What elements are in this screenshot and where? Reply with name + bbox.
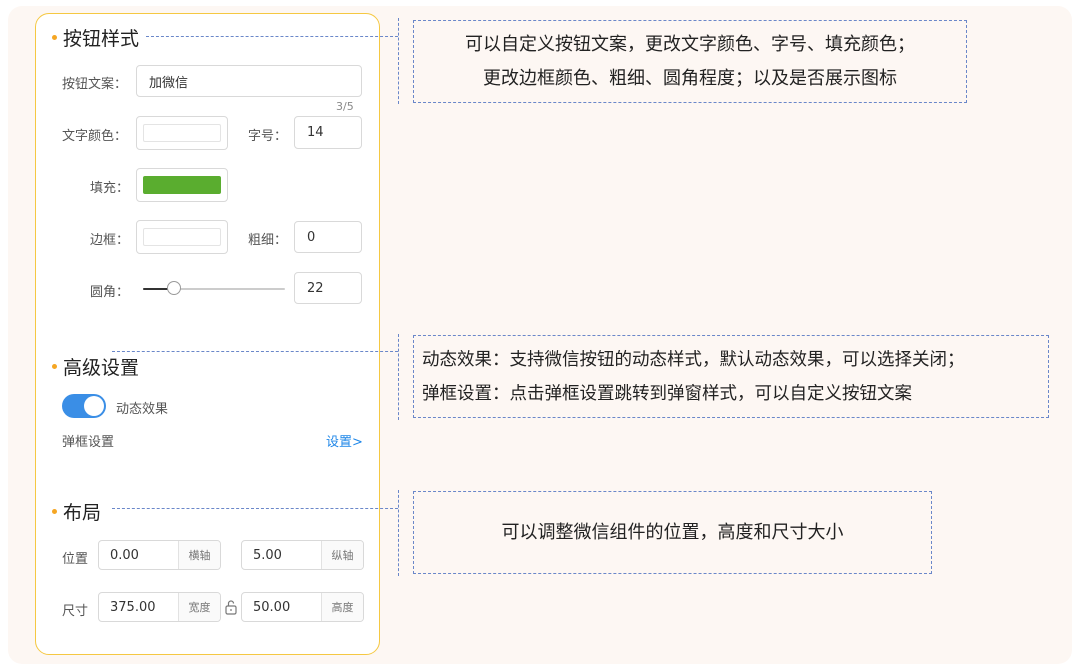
callout-line: 更改边框颜色、粗细、圆角程度；以及是否展示图标 bbox=[483, 68, 897, 89]
section-title-text: 布局 bbox=[63, 502, 102, 524]
dynamic-effect-toggle[interactable] bbox=[62, 394, 106, 418]
fill-label: 填充： bbox=[90, 181, 130, 196]
connector-line-layout bbox=[112, 508, 398, 509]
button-text-input[interactable]: 加微信 bbox=[136, 65, 362, 97]
size-height-input[interactable]: 50.00 高度 bbox=[241, 592, 364, 622]
callout-line: 可以自定义按钮文案，更改文字颜色、字号、填充颜色； bbox=[465, 34, 915, 55]
position-y-unit: 纵轴 bbox=[321, 541, 363, 569]
radius-input[interactable]: 22 bbox=[294, 272, 362, 304]
border-width-label: 粗细： bbox=[248, 233, 288, 248]
callout-advanced: 动态效果：支持微信按钮的动态样式，默认动态效果，可以选择关闭； 弹框设置：点击弹… bbox=[413, 335, 1049, 418]
position-y-value: 5.00 bbox=[253, 547, 282, 563]
size-width-unit: 宽度 bbox=[178, 593, 220, 621]
section-title-text: 按钮样式 bbox=[63, 28, 140, 50]
connector-bracket-advanced bbox=[398, 334, 399, 420]
position-x-input[interactable]: 0.00 横轴 bbox=[98, 540, 221, 570]
size-label: 尺寸 bbox=[62, 604, 89, 619]
button-text-label: 按钮文案： bbox=[62, 77, 128, 92]
dynamic-effect-label: 动态效果 bbox=[116, 402, 169, 417]
bullet-dot-icon bbox=[52, 35, 57, 40]
section-title-text: 高级设置 bbox=[63, 357, 140, 379]
border-color-picker[interactable] bbox=[136, 220, 228, 254]
popup-settings-label: 弹框设置 bbox=[62, 435, 115, 450]
connector-line-advanced bbox=[112, 351, 398, 352]
border-label: 边框： bbox=[90, 233, 130, 248]
callout-line: 动态效果：支持微信按钮的动态样式，默认动态效果，可以选择关闭； bbox=[422, 350, 965, 370]
font-size-input[interactable]: 14 bbox=[294, 116, 362, 149]
font-color-picker[interactable] bbox=[136, 116, 228, 150]
fill-color-picker[interactable] bbox=[136, 168, 228, 202]
radius-label: 圆角： bbox=[90, 285, 130, 300]
border-color-swatch bbox=[143, 228, 221, 246]
bullet-dot-icon bbox=[52, 364, 57, 369]
position-label: 位置 bbox=[62, 552, 89, 567]
position-y-input[interactable]: 5.00 纵轴 bbox=[241, 540, 364, 570]
section-title-button-style: 按钮样式 bbox=[52, 24, 139, 51]
callout-button-style: 可以自定义按钮文案，更改文字颜色、字号、填充颜色； 更改边框颜色、粗细、圆角程度… bbox=[413, 20, 967, 103]
toggle-knob bbox=[84, 396, 104, 416]
fill-color-swatch bbox=[143, 176, 221, 194]
callout-layout: 可以调整微信组件的位置，高度和尺寸大小 bbox=[413, 491, 932, 574]
aspect-lock-icon[interactable] bbox=[224, 599, 238, 615]
font-color-swatch bbox=[143, 124, 221, 142]
callout-line: 弹框设置：点击弹框设置跳转到弹窗样式，可以自定义按钮文案 bbox=[422, 384, 912, 404]
connector-bracket-layout bbox=[398, 490, 399, 576]
position-x-value: 0.00 bbox=[110, 547, 139, 563]
bullet-dot-icon bbox=[52, 509, 57, 514]
section-title-layout: 布局 bbox=[52, 498, 101, 525]
size-width-input[interactable]: 375.00 宽度 bbox=[98, 592, 221, 622]
connector-bracket-button-style bbox=[398, 18, 399, 104]
connector-line-button-style bbox=[146, 36, 398, 37]
radius-slider-thumb[interactable] bbox=[167, 281, 181, 295]
button-text-counter: 3/5 bbox=[336, 100, 354, 113]
position-x-unit: 横轴 bbox=[178, 541, 220, 569]
size-height-unit: 高度 bbox=[321, 593, 363, 621]
callout-line: 可以调整微信组件的位置，高度和尺寸大小 bbox=[501, 522, 844, 543]
section-title-advanced: 高级设置 bbox=[52, 353, 139, 380]
popup-settings-link[interactable]: 设置> bbox=[326, 431, 363, 450]
font-size-label: 字号： bbox=[248, 129, 288, 144]
font-color-label: 文字颜色： bbox=[62, 129, 128, 144]
size-height-value: 50.00 bbox=[253, 599, 291, 615]
border-width-input[interactable]: 0 bbox=[294, 221, 362, 253]
size-width-value: 375.00 bbox=[110, 599, 156, 615]
